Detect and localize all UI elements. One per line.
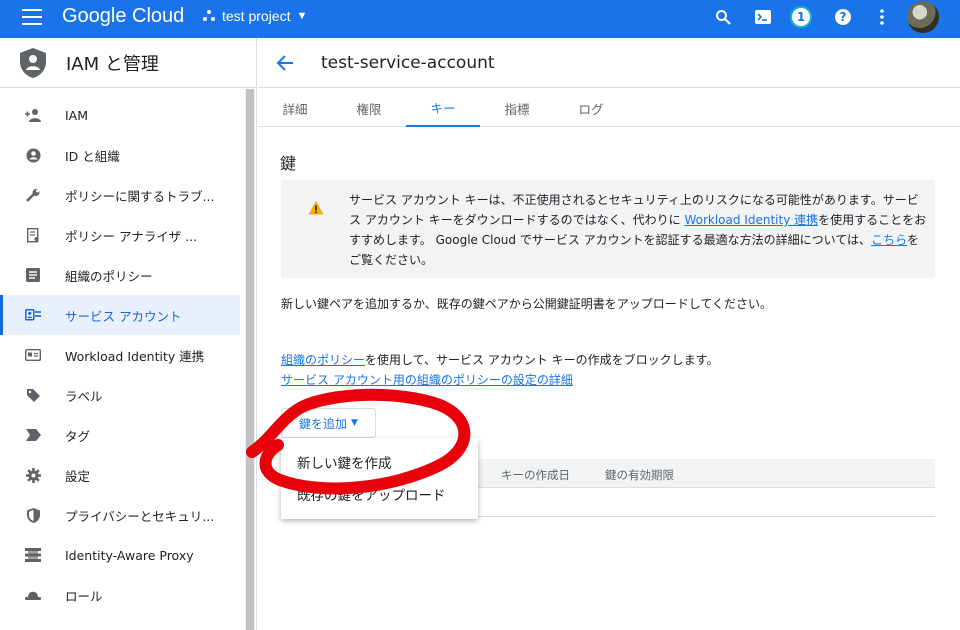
notifications-button[interactable]: 1 [790,6,812,28]
scrollbar-thumb[interactable] [246,89,254,630]
top-app-bar: Google Cloud test project ▼ 1 ? [0,0,960,38]
sidebar-item-id-org[interactable]: ID と組織 [0,135,240,175]
sidebar-scrollbar[interactable] [245,89,255,630]
sidebar-item-label: ロール [65,588,103,604]
more-vert-icon[interactable] [871,6,893,28]
org-policy-description: 組織のポリシーを使用して、サービス アカウント キーの作成をブロックします。 サ… [281,350,841,390]
menu-item-upload-existing-key[interactable]: 既存の鍵をアップロード [281,478,478,510]
notice-text: サービス アカウント キーは、不正使用されるとセキュリティ上のリスクになる可能性… [349,190,929,270]
sidebar-item-settings[interactable]: 設定 [0,455,240,495]
service-account-icon [24,306,42,324]
avatar[interactable] [907,1,939,33]
label-icon [24,386,42,404]
add-key-menu: 新しい鍵を作成 既存の鍵をアップロード [281,438,478,519]
project-selector[interactable]: test project ▼ [202,6,307,26]
sidebar-title: IAM と管理 [66,53,159,75]
sidebar-item-label: IAM [65,107,89,123]
sidebar-item-label: ポリシーに関するトラブ... [65,188,215,204]
sidebar-item-label: ID と組織 [65,148,120,164]
tab-bar: 詳細 権限 キー 指標 ログ [258,89,960,127]
sidebar-item-label: サービス アカウント [65,308,182,324]
sidebar-item-policy-analyzer[interactable]: ポリシー アナライザ ... [0,215,240,255]
proxy-icon [24,546,42,564]
section-title: 鍵 [280,154,297,173]
project-name: test project [222,8,291,24]
cloud-shell-icon[interactable] [752,6,774,28]
wrench-icon [24,186,42,204]
org-policy-text: を使用して、サービス アカウント キーの作成をブロックします。 [365,353,719,367]
help-button[interactable]: ? [832,6,854,28]
gear-icon [24,466,42,484]
workload-identity-link[interactable]: Workload Identity 連携 [684,213,818,227]
menu-icon[interactable] [22,9,42,25]
tab-logs[interactable]: ログ [554,89,628,127]
person-add-icon [24,106,42,124]
sidebar-item-label: ポリシー アナライザ ... [65,228,198,244]
sidebar-item-workload-identity[interactable]: Workload Identity 連携 [0,335,240,375]
sidebar: IAM と管理 IAM ID と組織 ポリシーに関するトラブ... ポリシー ア… [0,38,257,630]
tab-keys[interactable]: キー [406,89,480,127]
main-content: test-service-account 詳細 権限 キー 指標 ログ 鍵 サー… [258,38,960,630]
tag-icon [24,426,42,444]
policy-analyzer-icon [24,226,42,244]
google-cloud-logo[interactable]: Google Cloud [62,4,184,28]
page-title: test-service-account [321,52,495,73]
sidebar-item-iam[interactable]: IAM [0,95,240,135]
warning-icon [308,201,324,215]
org-policy-link[interactable]: 組織のポリシー [281,353,365,367]
sidebar-item-labels[interactable]: ラベル [0,375,240,415]
org-policy-details-link[interactable]: サービス アカウント用の組織のポリシーの設定の詳細 [281,373,573,387]
sidebar-item-label: 設定 [65,468,91,484]
add-key-description: 新しい鍵ペアを追加するか、既存の鍵ペアから公開鍵証明書をアップロードしてください… [281,297,773,311]
sidebar-item-tags[interactable]: タグ [0,415,240,455]
sidebar-header: IAM と管理 [0,38,256,88]
add-key-label: 鍵を追加 [299,416,348,431]
sidebar-item-label: 組織のポリシー [65,268,153,284]
shield-icon [24,506,42,524]
sidebar-item-label: タグ [65,428,91,444]
notification-count-badge: 1 [790,6,812,28]
sidebar-item-org-policy[interactable]: 組織のポリシー [0,255,240,295]
sidebar-item-roles[interactable]: ロール [0,575,240,615]
learn-more-link[interactable]: こちら [871,233,907,247]
shield-person-icon [20,47,46,78]
sidebar-item-policy-troubleshooter[interactable]: ポリシーに関するトラブ... [0,175,240,215]
sidebar-item-label: ラベル [65,388,103,404]
column-header-created: キーの作成日 [501,468,570,482]
add-key-button[interactable]: 鍵を追加 ▼ [281,408,376,438]
list-icon [24,266,42,284]
menu-item-create-new-key[interactable]: 新しい鍵を作成 [281,446,478,478]
search-icon[interactable] [712,6,734,28]
sidebar-item-label: Identity-Aware Proxy [65,547,194,563]
back-arrow-icon[interactable] [276,54,294,72]
chevron-down-icon: ▼ [296,10,308,22]
role-hat-icon [24,586,42,604]
id-card-icon [24,346,42,364]
project-hub-icon [203,10,215,21]
account-circle-icon [24,146,42,164]
help-icon: ? [835,9,851,25]
tab-metrics[interactable]: 指標 [480,89,554,127]
page-header: test-service-account [258,38,960,88]
sidebar-item-service-accounts[interactable]: サービス アカウント [0,295,240,335]
sidebar-item-label: Workload Identity 連携 [65,348,205,364]
sidebar-item-privacy-security[interactable]: プライバシーとセキュリ... [0,495,240,535]
tab-permissions[interactable]: 権限 [332,89,406,127]
security-warning-notice: サービス アカウント キーは、不正使用されるとセキュリティ上のリスクになる可能性… [281,180,935,278]
sidebar-item-label: プライバシーとセキュリ... [65,508,215,524]
sidebar-nav: IAM ID と組織 ポリシーに関するトラブ... ポリシー アナライザ ...… [0,95,240,615]
caret-down-icon: ▼ [351,418,358,428]
column-header-expiration: 鍵の有効期限 [605,468,674,482]
sidebar-item-iap[interactable]: Identity-Aware Proxy [0,535,240,575]
tab-details[interactable]: 詳細 [258,89,332,127]
